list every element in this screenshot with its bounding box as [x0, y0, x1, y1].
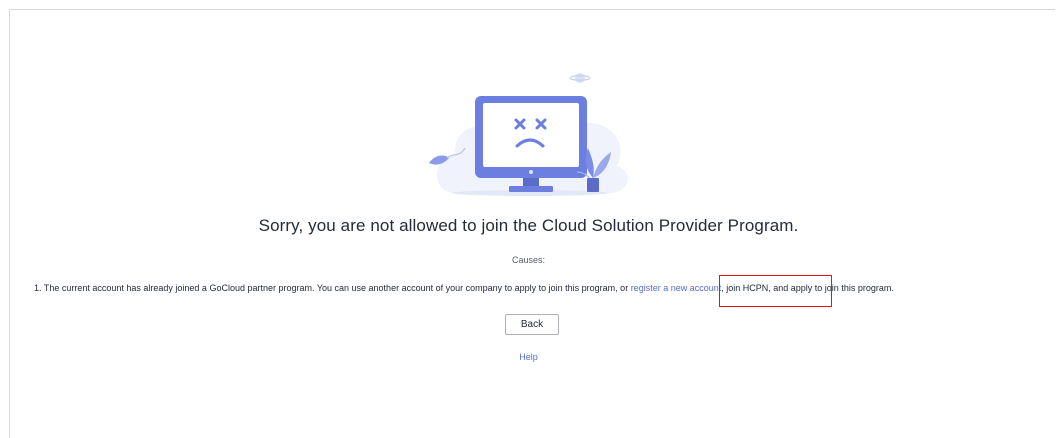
sad-computer-monitor-icon — [429, 73, 628, 196]
highlight-box — [719, 275, 832, 307]
causes-heading: Causes: — [511, 255, 546, 265]
cause-text-prefix: 1. The current account has already joine… — [34, 283, 631, 293]
page-title: Sorry, you are not allowed to join the C… — [258, 216, 799, 235]
back-button[interactable]: Back — [505, 314, 559, 335]
help-link[interactable]: Help — [0, 352, 1057, 362]
register-new-account-link[interactable]: register a new account — [631, 283, 722, 293]
